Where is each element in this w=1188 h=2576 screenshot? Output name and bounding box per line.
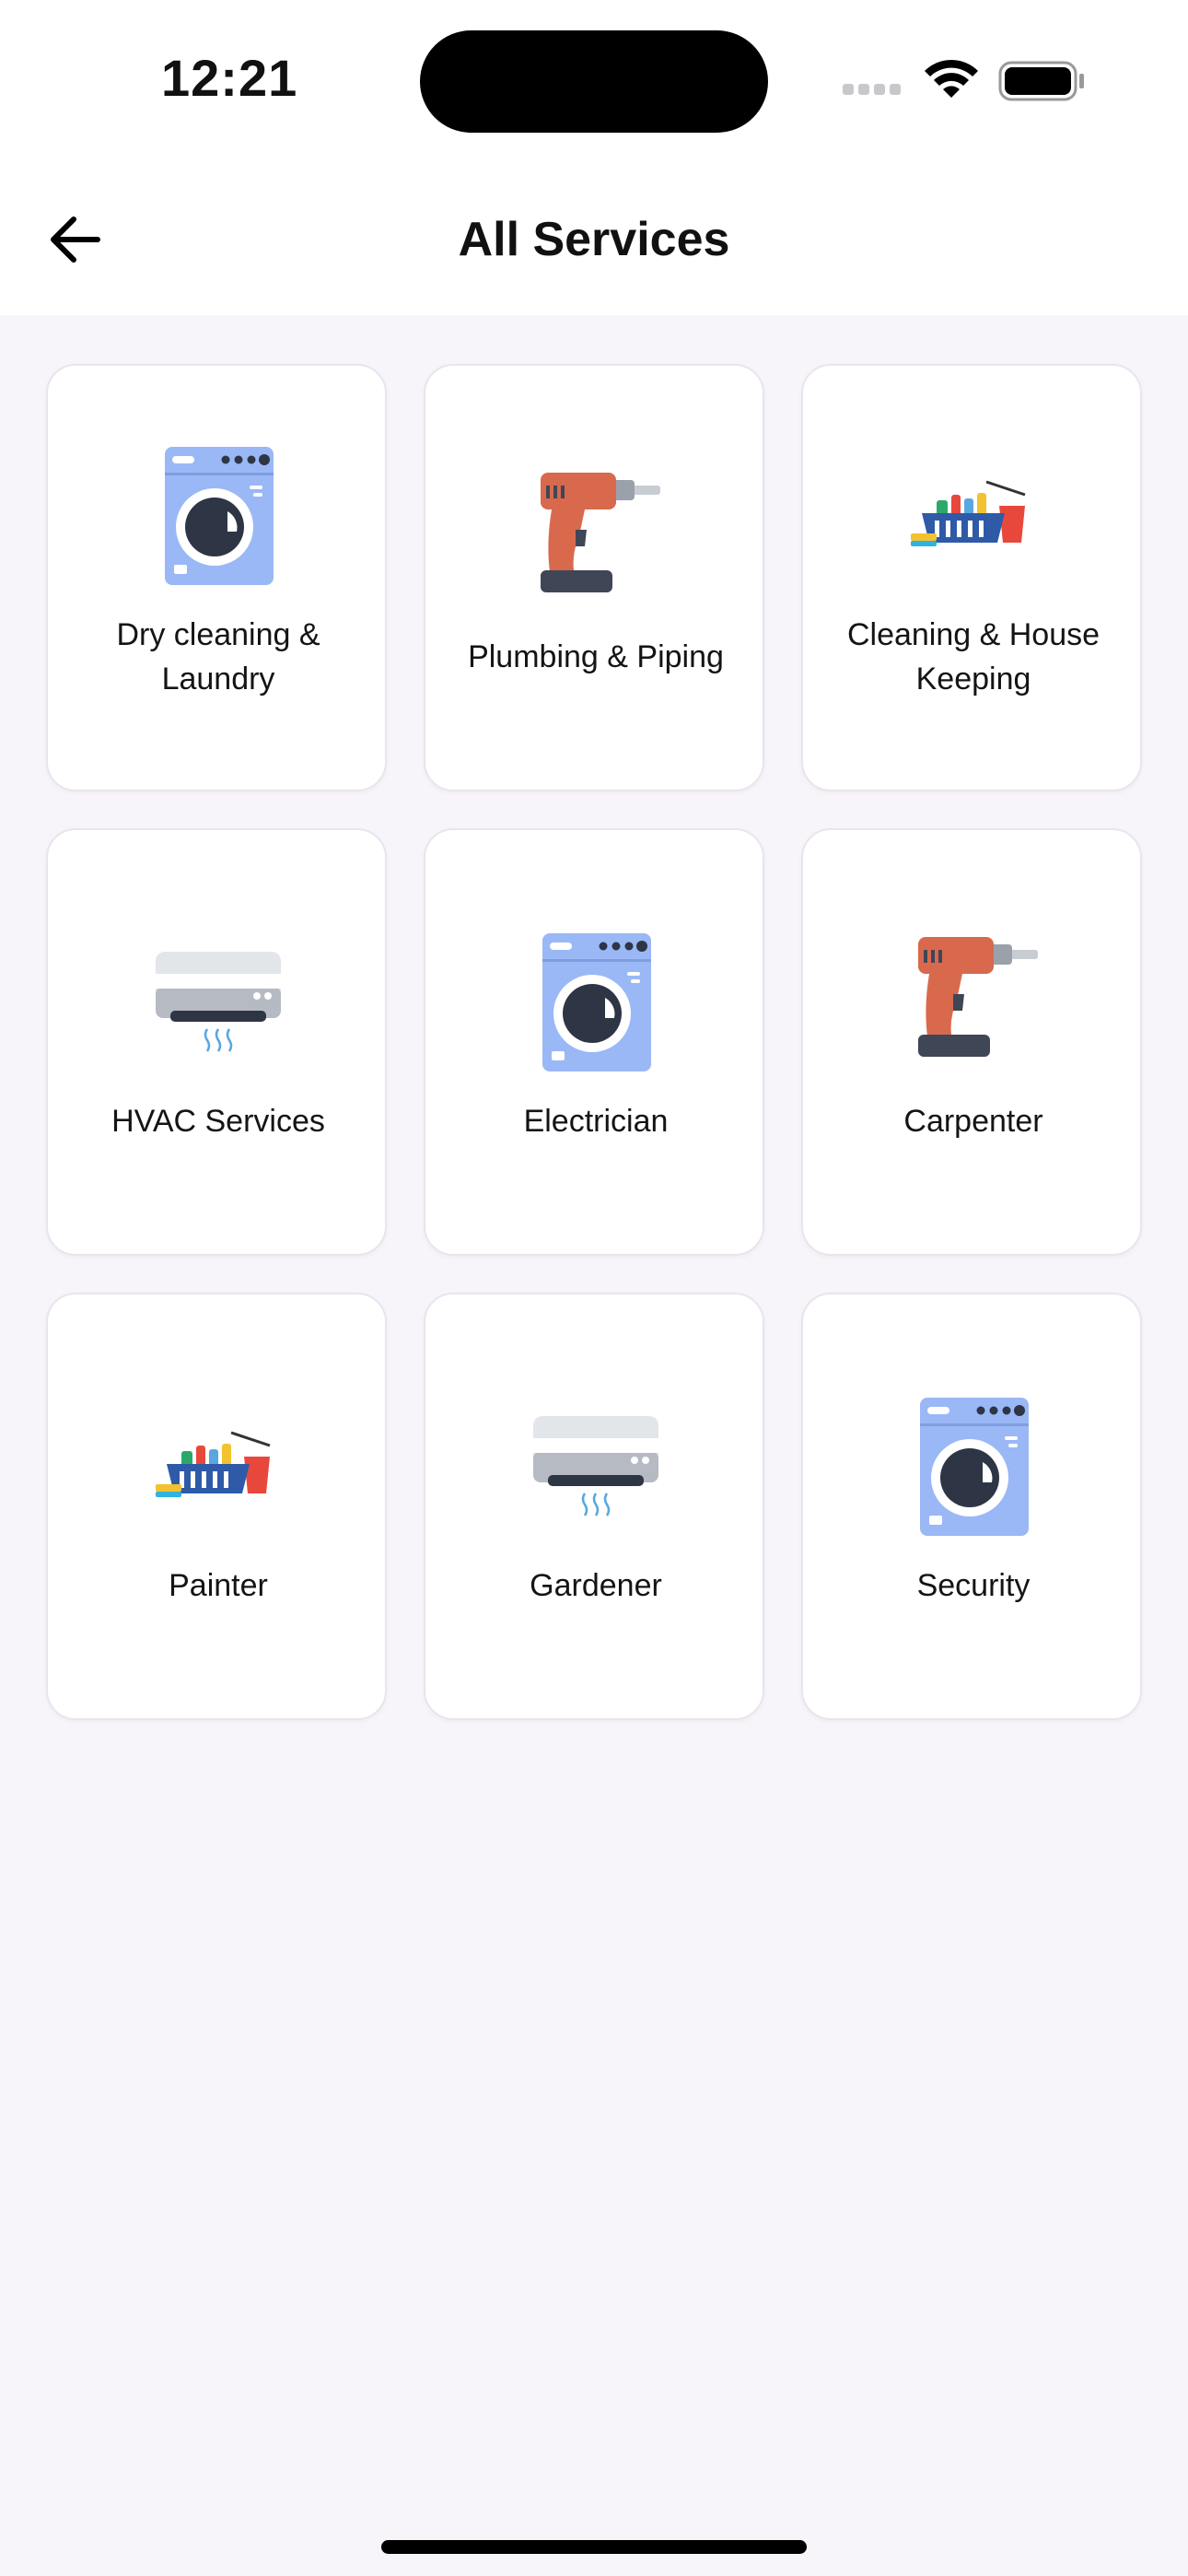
service-label: HVAC Services bbox=[111, 1104, 325, 1139]
service-card-carpenter[interactable]: Carpenter bbox=[801, 828, 1142, 1256]
service-card-cleaning[interactable]: Cleaning & House Keeping bbox=[801, 364, 1142, 791]
air-conditioner-icon bbox=[531, 1398, 660, 1545]
service-card-dry-cleaning[interactable]: Dry cleaning & Laundry bbox=[46, 364, 387, 791]
status-bar: 12:21 bbox=[0, 0, 1188, 157]
service-card-hvac[interactable]: HVAC Services bbox=[46, 828, 387, 1256]
status-time: 12:21 bbox=[161, 49, 298, 107]
washing-machine-icon bbox=[531, 933, 660, 1081]
washing-machine-icon bbox=[154, 447, 283, 594]
service-card-electrician[interactable]: Electrician bbox=[424, 828, 764, 1256]
service-label: Plumbing & Piping bbox=[468, 639, 724, 674]
cleaning-basket-icon bbox=[154, 1398, 283, 1545]
wifi-icon bbox=[921, 57, 982, 108]
service-card-painter[interactable]: Painter bbox=[46, 1293, 387, 1720]
service-card-plumbing[interactable]: Plumbing & Piping bbox=[424, 364, 764, 791]
services-grid: Dry cleaning & Laundry Plumbing & Piping bbox=[46, 364, 1142, 1720]
service-card-security[interactable]: Security bbox=[801, 1293, 1142, 1720]
air-conditioner-icon bbox=[154, 933, 283, 1081]
service-card-gardener[interactable]: Gardener bbox=[424, 1293, 764, 1720]
battery-icon bbox=[998, 61, 1087, 106]
service-label: Gardener bbox=[530, 1568, 662, 1603]
cleaning-basket-icon bbox=[909, 447, 1038, 594]
drill-icon bbox=[531, 469, 660, 616]
dynamic-island bbox=[420, 30, 768, 133]
service-label: Electrician bbox=[523, 1104, 669, 1139]
home-indicator[interactable] bbox=[381, 2540, 807, 2554]
drill-icon bbox=[909, 933, 1038, 1081]
cellular-signal-icon bbox=[843, 83, 907, 96]
service-label: Painter bbox=[169, 1568, 268, 1603]
app-header: All Services bbox=[0, 157, 1188, 315]
service-label: Cleaning & House Keeping bbox=[846, 617, 1101, 697]
service-label: Security bbox=[916, 1568, 1031, 1603]
page-title: All Services bbox=[458, 213, 730, 266]
washing-machine-icon bbox=[909, 1398, 1038, 1545]
service-label: Carpenter bbox=[903, 1104, 1043, 1139]
service-label: Dry cleaning & Laundry bbox=[116, 617, 320, 697]
